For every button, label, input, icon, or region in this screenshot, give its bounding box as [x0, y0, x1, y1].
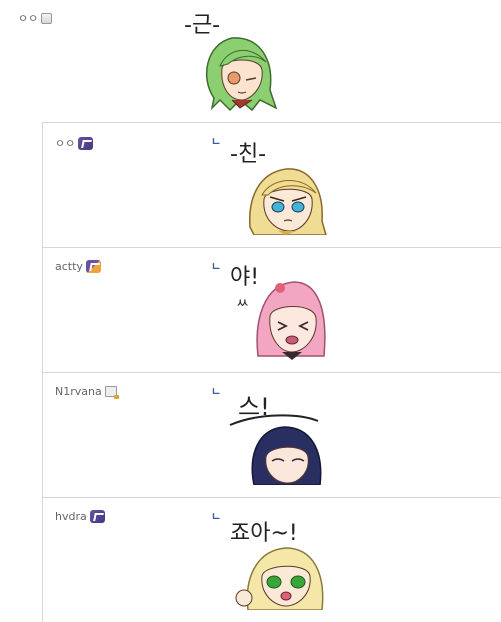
sticker-image: -친- [230, 142, 327, 235]
author-name[interactable]: hvdra [55, 510, 87, 523]
reply-author[interactable]: ㅇㅇ [55, 135, 94, 151]
reply-indicator: ㄴ [211, 385, 222, 398]
reply-author[interactable]: hvdra [55, 510, 105, 523]
svg-text:야!: 야! [230, 265, 259, 290]
sticker-image: 야! ㅆ [230, 265, 326, 360]
purple-badge-icon [78, 136, 94, 150]
svg-text:죠아~!: 죠아~! [230, 521, 298, 546]
reply-indicator: ㄴ [211, 510, 222, 523]
reply-author[interactable]: actty [55, 260, 101, 273]
post-author[interactable]: ㅇㅇ [18, 10, 53, 26]
sticker-image: 스! [229, 393, 322, 485]
gray-badge-icon [41, 12, 53, 24]
purple-badge-icon [89, 510, 105, 523]
author-name[interactable]: actty [55, 260, 83, 273]
svg-text:ㅆ: ㅆ [236, 296, 249, 312]
reply-indicator: ㄴ [211, 135, 222, 148]
reply-row: ㅇㅇ ㄴ -친- [42, 122, 501, 247]
sticker-image: -근- [184, 13, 278, 112]
orange-badge-icon [85, 260, 101, 273]
svg-text:-친-: -친- [230, 142, 266, 167]
sticker-image: 죠아~! [230, 521, 324, 610]
author-name[interactable]: ㅇㅇ [55, 135, 75, 151]
author-name[interactable]: ㅇㅇ [18, 10, 38, 26]
sticker-text: -근- [184, 13, 220, 38]
reply-indicator: ㄴ [211, 260, 222, 273]
lock-badge-icon [104, 386, 119, 399]
reply-row: hvdra ㄴ 죠아~! [42, 497, 501, 622]
reply-row: actty ㄴ 야! ㅆ [42, 247, 501, 372]
reply-author[interactable]: N1rvana [55, 385, 119, 399]
author-name[interactable]: N1rvana [55, 385, 102, 398]
reply-row: N1rvana ㄴ 스! [42, 372, 501, 497]
